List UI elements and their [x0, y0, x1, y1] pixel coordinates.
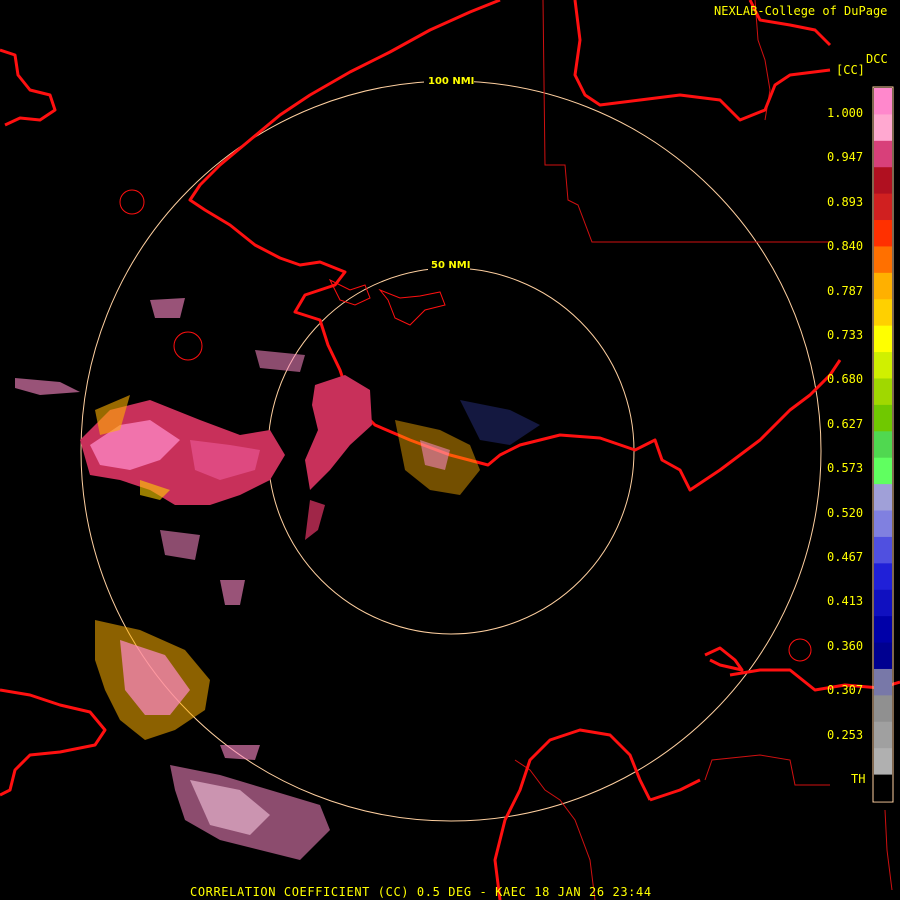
colorbar-swatch	[874, 721, 892, 749]
colorbar-swatch	[874, 378, 892, 406]
colorbar-tick-label: 0.467	[827, 550, 864, 564]
colorbar-tick-label: 0.520	[827, 505, 864, 520]
colorbar-tick-label: 0.307	[827, 683, 864, 698]
colorbar-swatch	[874, 431, 892, 459]
radar-map: 100 NMI 50 NMI	[0, 0, 900, 900]
colorbar-tick-label: 0.360	[827, 638, 864, 653]
ring-label-100nmi: 100 NMI	[428, 76, 474, 87]
colorbar-tick-label: 0.733	[827, 328, 864, 342]
colorbar-swatch	[874, 140, 892, 168]
state-borders	[514, 0, 893, 900]
colorbar-swatch	[874, 510, 892, 538]
colorbar-tick-label: 1.000	[827, 106, 864, 120]
colorbar-tick-label: 0.253	[827, 727, 864, 742]
colorbar-swatch	[874, 220, 892, 248]
credit-text: NEXLAB-College of DuPage	[714, 4, 888, 18]
colorbar-swatch	[874, 88, 892, 116]
colorbar-swatch	[874, 589, 892, 617]
colorbar-swatch	[874, 272, 892, 300]
product-code: DCC	[866, 52, 888, 66]
colorbar-swatch	[874, 167, 892, 195]
colorbar-swatch	[874, 114, 892, 142]
radar-display: 100 NMI 50 NMI NEXLAB-College of DuPage …	[0, 0, 900, 900]
colorbar	[872, 86, 894, 803]
colorbar-tick-label: 0.680	[827, 372, 864, 387]
colorbar-swatch	[874, 246, 892, 274]
unit-label: [CC]	[836, 63, 865, 77]
colorbar-swatch	[874, 457, 892, 485]
colorbar-tick-label: 0.893	[827, 194, 864, 209]
echo-center	[305, 375, 540, 540]
colorbar-swatch	[874, 404, 892, 432]
echo-west-band	[15, 378, 285, 505]
radar-echoes	[15, 298, 540, 860]
echo-southwest	[95, 620, 330, 860]
colorbar-swatch	[874, 299, 892, 327]
colorbar-swatch	[874, 563, 892, 591]
colorbar-tick-label: 0.573	[827, 461, 864, 476]
colorbar-tick-label: 0.840	[827, 239, 864, 254]
colorbar-swatch	[874, 668, 892, 696]
echo-cell-2	[255, 350, 305, 372]
colorbar-tick-label: 0.787	[827, 283, 864, 298]
colorbar-swatch	[874, 642, 892, 670]
colorbar-swatch	[874, 616, 892, 644]
colorbar-swatch	[874, 484, 892, 512]
echo-cell-4	[220, 580, 245, 605]
colorbar-swatch	[874, 193, 892, 221]
echo-nw-cell	[150, 298, 185, 318]
colorbar-tick-label: TH	[851, 772, 866, 786]
echo-cell-3	[160, 530, 200, 560]
colorbar-swatch	[874, 695, 892, 723]
colorbar-tick-label: 0.413	[827, 594, 864, 609]
ring-label-50nmi: 50 NMI	[431, 260, 470, 271]
product-footer: CORRELATION COEFFICIENT (CC) 0.5 DEG - K…	[190, 885, 652, 899]
colorbar-tick-label: 0.947	[827, 150, 864, 165]
colorbar-tick-label: 0.627	[827, 416, 864, 431]
colorbar-swatch	[874, 352, 892, 380]
colorbar-swatch	[874, 325, 892, 353]
colorbar-swatch	[874, 536, 892, 564]
